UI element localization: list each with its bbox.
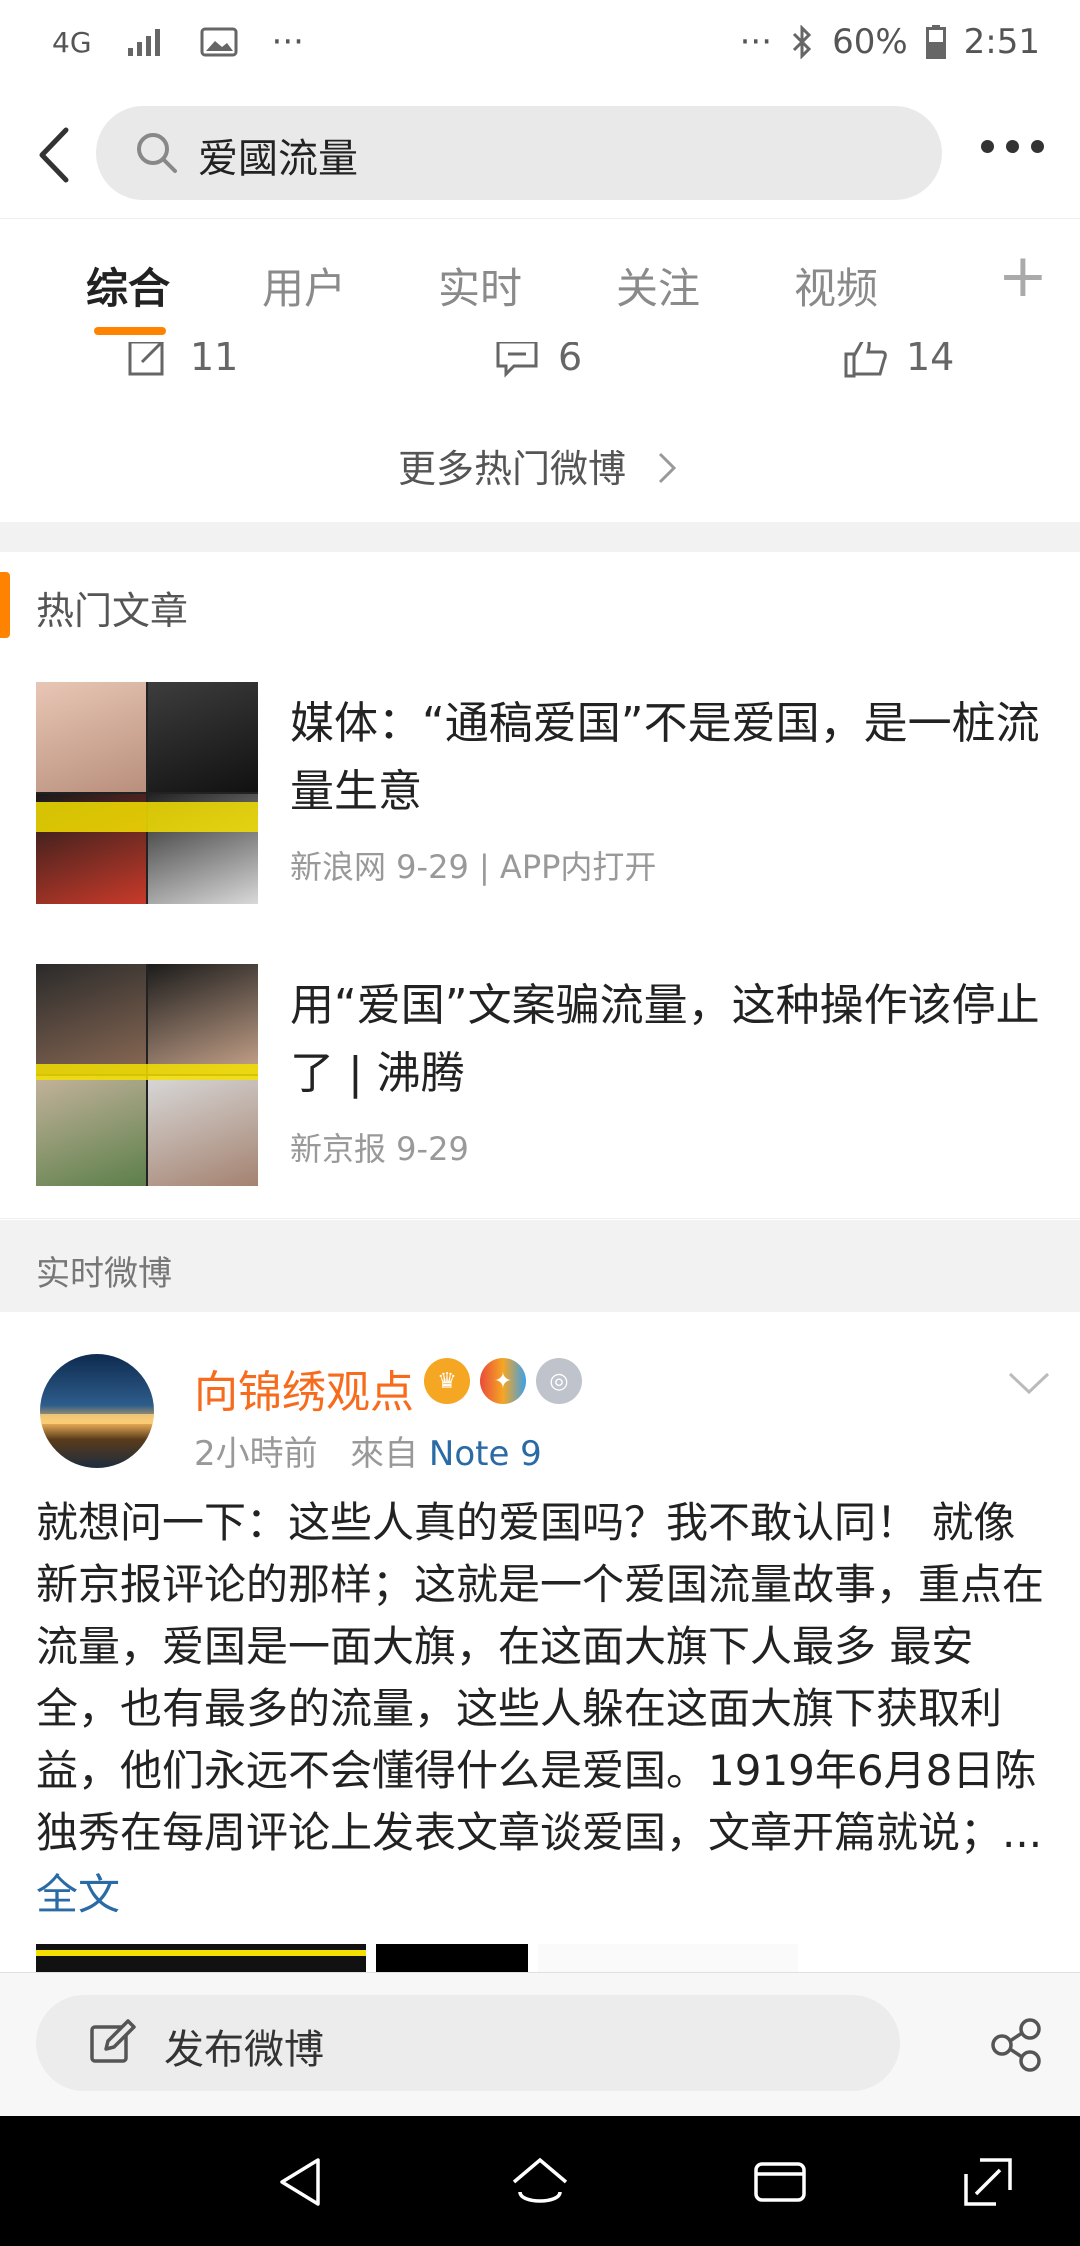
clock: 2:51	[963, 22, 1040, 62]
comment-button[interactable]: 6	[494, 342, 582, 380]
article-item[interactable]: 媒体：“通稿爱国”不是爱国，是一桩流量生意 新浪网 9-29 | APP内打开	[0, 654, 1080, 937]
signal-icon	[127, 29, 160, 56]
chevron-down-icon[interactable]	[1006, 1368, 1052, 1398]
more-status: ···	[739, 22, 773, 62]
avatar[interactable]	[40, 1354, 154, 1468]
more-notifications: ···	[271, 22, 304, 62]
article-title: 用“爱国”文案骗流量，这种操作该停止了 | 沸腾	[290, 980, 1040, 1099]
hot-articles-title: 热门文章	[36, 589, 189, 633]
chevron-right-icon	[658, 452, 677, 484]
post-text: 就想问一下：这些人真的爱国吗？我不敢认同！ 就像新京报评论的那样；这就是一个爱国…	[36, 1492, 1046, 1926]
article-title: 媒体：“通稿爱国”不是爱国，是一桩流量生意	[290, 698, 1040, 817]
post-body: 就想问一下：这些人真的爱国吗？我不敢认同！ 就像新京报评论的那样；这就是一个爱国…	[36, 1498, 1045, 1857]
tab-users[interactable]: 用户	[262, 255, 346, 316]
article-meta: 新浪网 9-29 | APP内打开	[290, 848, 657, 886]
edit-icon	[90, 2019, 136, 2063]
repost-icon	[128, 342, 165, 376]
system-nav-bar	[0, 2116, 1080, 2246]
nav-home-icon[interactable]	[510, 2152, 570, 2212]
article-item[interactable]: 用“爱国”文案骗流量，这种操作该停止了 | 沸腾 新京报 9-29	[0, 936, 1080, 1219]
search-header: 爱國流量	[0, 92, 1080, 218]
weibo-post[interactable]: 向锦绣观点 ♛ ✦ ◎ 2小時前 來自 Note 9 就想问一下：这些人真的爱国…	[0, 1312, 1080, 1972]
tab-bar: 综合 用户 实时 关注 视频 +	[0, 218, 1080, 344]
status-bar: 4G ··· ··· 60% 2:51	[0, 0, 1080, 92]
battery-percent: 60%	[832, 22, 908, 62]
vip-badge-icon: ✦	[480, 1358, 526, 1404]
realtime-title: 实时微博	[36, 1254, 172, 1294]
post-time: 2小時前	[194, 1434, 318, 1474]
repost-count: 11	[190, 342, 239, 379]
post-device[interactable]: Note 9	[429, 1434, 542, 1474]
image-icon	[200, 27, 238, 57]
share-icon[interactable]	[988, 2017, 1044, 2073]
post-image[interactable]	[376, 1944, 528, 1972]
back-icon[interactable]	[26, 120, 86, 190]
nav-recents-icon[interactable]	[750, 2152, 810, 2212]
post-meta: 2小時前 來自 Note 9	[194, 1426, 542, 1475]
section-divider	[0, 522, 1080, 552]
post-source-label: 來自	[350, 1434, 419, 1474]
full-text-link[interactable]: 全文	[36, 1870, 120, 1919]
bluetooth-icon	[793, 25, 812, 59]
article-thumbnail	[36, 964, 258, 1186]
section-accent-bar	[0, 572, 10, 638]
crown-badge-icon: ♛	[424, 1358, 470, 1404]
tab-video[interactable]: 视频	[794, 255, 878, 316]
member-badge-icon: ◎	[536, 1358, 582, 1404]
compose-weibo-button[interactable]: 发布微博	[36, 1995, 900, 2091]
more-hot-weibo-link[interactable]: 更多热门微博	[0, 408, 1080, 522]
article-thumbnail	[36, 682, 258, 904]
article-meta: 新京报 9-29	[290, 1130, 469, 1168]
hot-articles-header: 热门文章	[0, 552, 1080, 655]
network-indicator: 4G	[52, 25, 92, 59]
like-count: 14	[906, 342, 955, 379]
like-button[interactable]: 14	[842, 342, 954, 380]
nav-expand-icon[interactable]	[958, 2152, 1018, 2212]
nav-back-icon[interactable]	[272, 2152, 332, 2212]
comment-count: 6	[558, 342, 583, 379]
tab-comprehensive[interactable]: 综合	[86, 255, 170, 316]
more-options-icon[interactable]	[981, 140, 1044, 153]
add-tab-button[interactable]: +	[998, 241, 1048, 311]
post-image[interactable]	[538, 1944, 798, 1972]
repost-button[interactable]: 11	[126, 342, 238, 380]
search-icon	[137, 133, 177, 173]
user-badges: ♛ ✦ ◎	[424, 1358, 582, 1404]
more-hot-label: 更多热门微博	[397, 447, 626, 491]
realtime-header: 实时微博	[0, 1220, 1080, 1312]
tab-following[interactable]: 关注	[616, 255, 700, 316]
battery-icon	[925, 25, 946, 59]
post-action-row: 11 6 14	[0, 342, 1080, 409]
search-query: 爱國流量	[198, 136, 358, 182]
post-username[interactable]: 向锦绣观点	[194, 1356, 414, 1420]
thumbs-up-icon	[844, 342, 887, 378]
comment-icon	[496, 342, 538, 378]
post-image[interactable]	[36, 1944, 366, 1972]
tab-realtime[interactable]: 实时	[438, 255, 522, 316]
search-input[interactable]: 爱國流量	[96, 106, 942, 200]
bottom-bar: 发布微博	[0, 1972, 1080, 2117]
compose-label: 发布微博	[164, 2027, 324, 2073]
active-tab-indicator	[94, 327, 166, 335]
